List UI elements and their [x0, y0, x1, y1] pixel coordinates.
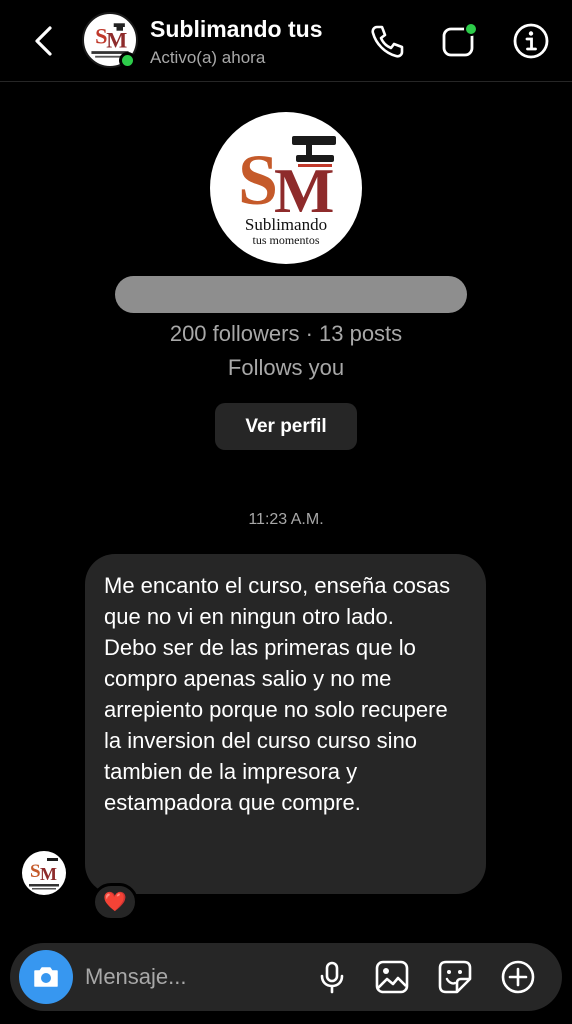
- microphone-icon[interactable]: [314, 959, 350, 995]
- info-icon[interactable]: [512, 22, 550, 60]
- camera-icon: [34, 967, 58, 987]
- gallery-icon[interactable]: [374, 959, 410, 995]
- active-status: Activo(a) ahora: [150, 48, 266, 67]
- video-icon[interactable]: [440, 22, 478, 60]
- logo-icon: S M: [29, 858, 59, 890]
- message-input[interactable]: [85, 960, 305, 994]
- profile-stats: 200 followers · 13 posts: [169, 321, 403, 346]
- sticker-icon[interactable]: [437, 959, 473, 995]
- back-chevron-icon[interactable]: [28, 22, 60, 60]
- message-bubble[interactable]: Me encanto el curso, enseña cosas que no…: [85, 554, 486, 894]
- message-text: Me encanto el curso, enseña cosas que no…: [104, 573, 451, 815]
- brand-logo-icon: S M Sublimando tus momentos: [238, 136, 336, 247]
- sender-avatar[interactable]: S M: [22, 851, 66, 895]
- plus-icon[interactable]: [500, 959, 536, 995]
- follows-you-label: Follows you: [227, 355, 345, 380]
- chat-title[interactable]: Sublimando tus: [150, 16, 323, 43]
- message-timestamp: 11:23 A.M.: [248, 511, 324, 528]
- phone-icon[interactable]: [368, 22, 406, 60]
- view-profile-button[interactable]: Ver perfil: [215, 403, 357, 450]
- redacted-username: [115, 276, 467, 313]
- heart-reaction-icon[interactable]: ❤️: [92, 883, 138, 921]
- online-status-dot: [119, 52, 136, 69]
- svg-text:M: M: [40, 864, 57, 884]
- logo-line-2: tus momentos: [252, 233, 319, 247]
- logo-line-1: Sublimando: [245, 215, 327, 234]
- message-composer: [10, 943, 562, 1011]
- camera-button[interactable]: [19, 950, 73, 1004]
- svg-text:M: M: [106, 27, 127, 52]
- chat-header: S M Sublimando tus Activo(a) ahora: [0, 0, 572, 82]
- svg-text:S: S: [30, 861, 41, 882]
- profile-avatar[interactable]: S M Sublimando tus momentos: [210, 112, 362, 264]
- svg-text:S: S: [238, 140, 278, 220]
